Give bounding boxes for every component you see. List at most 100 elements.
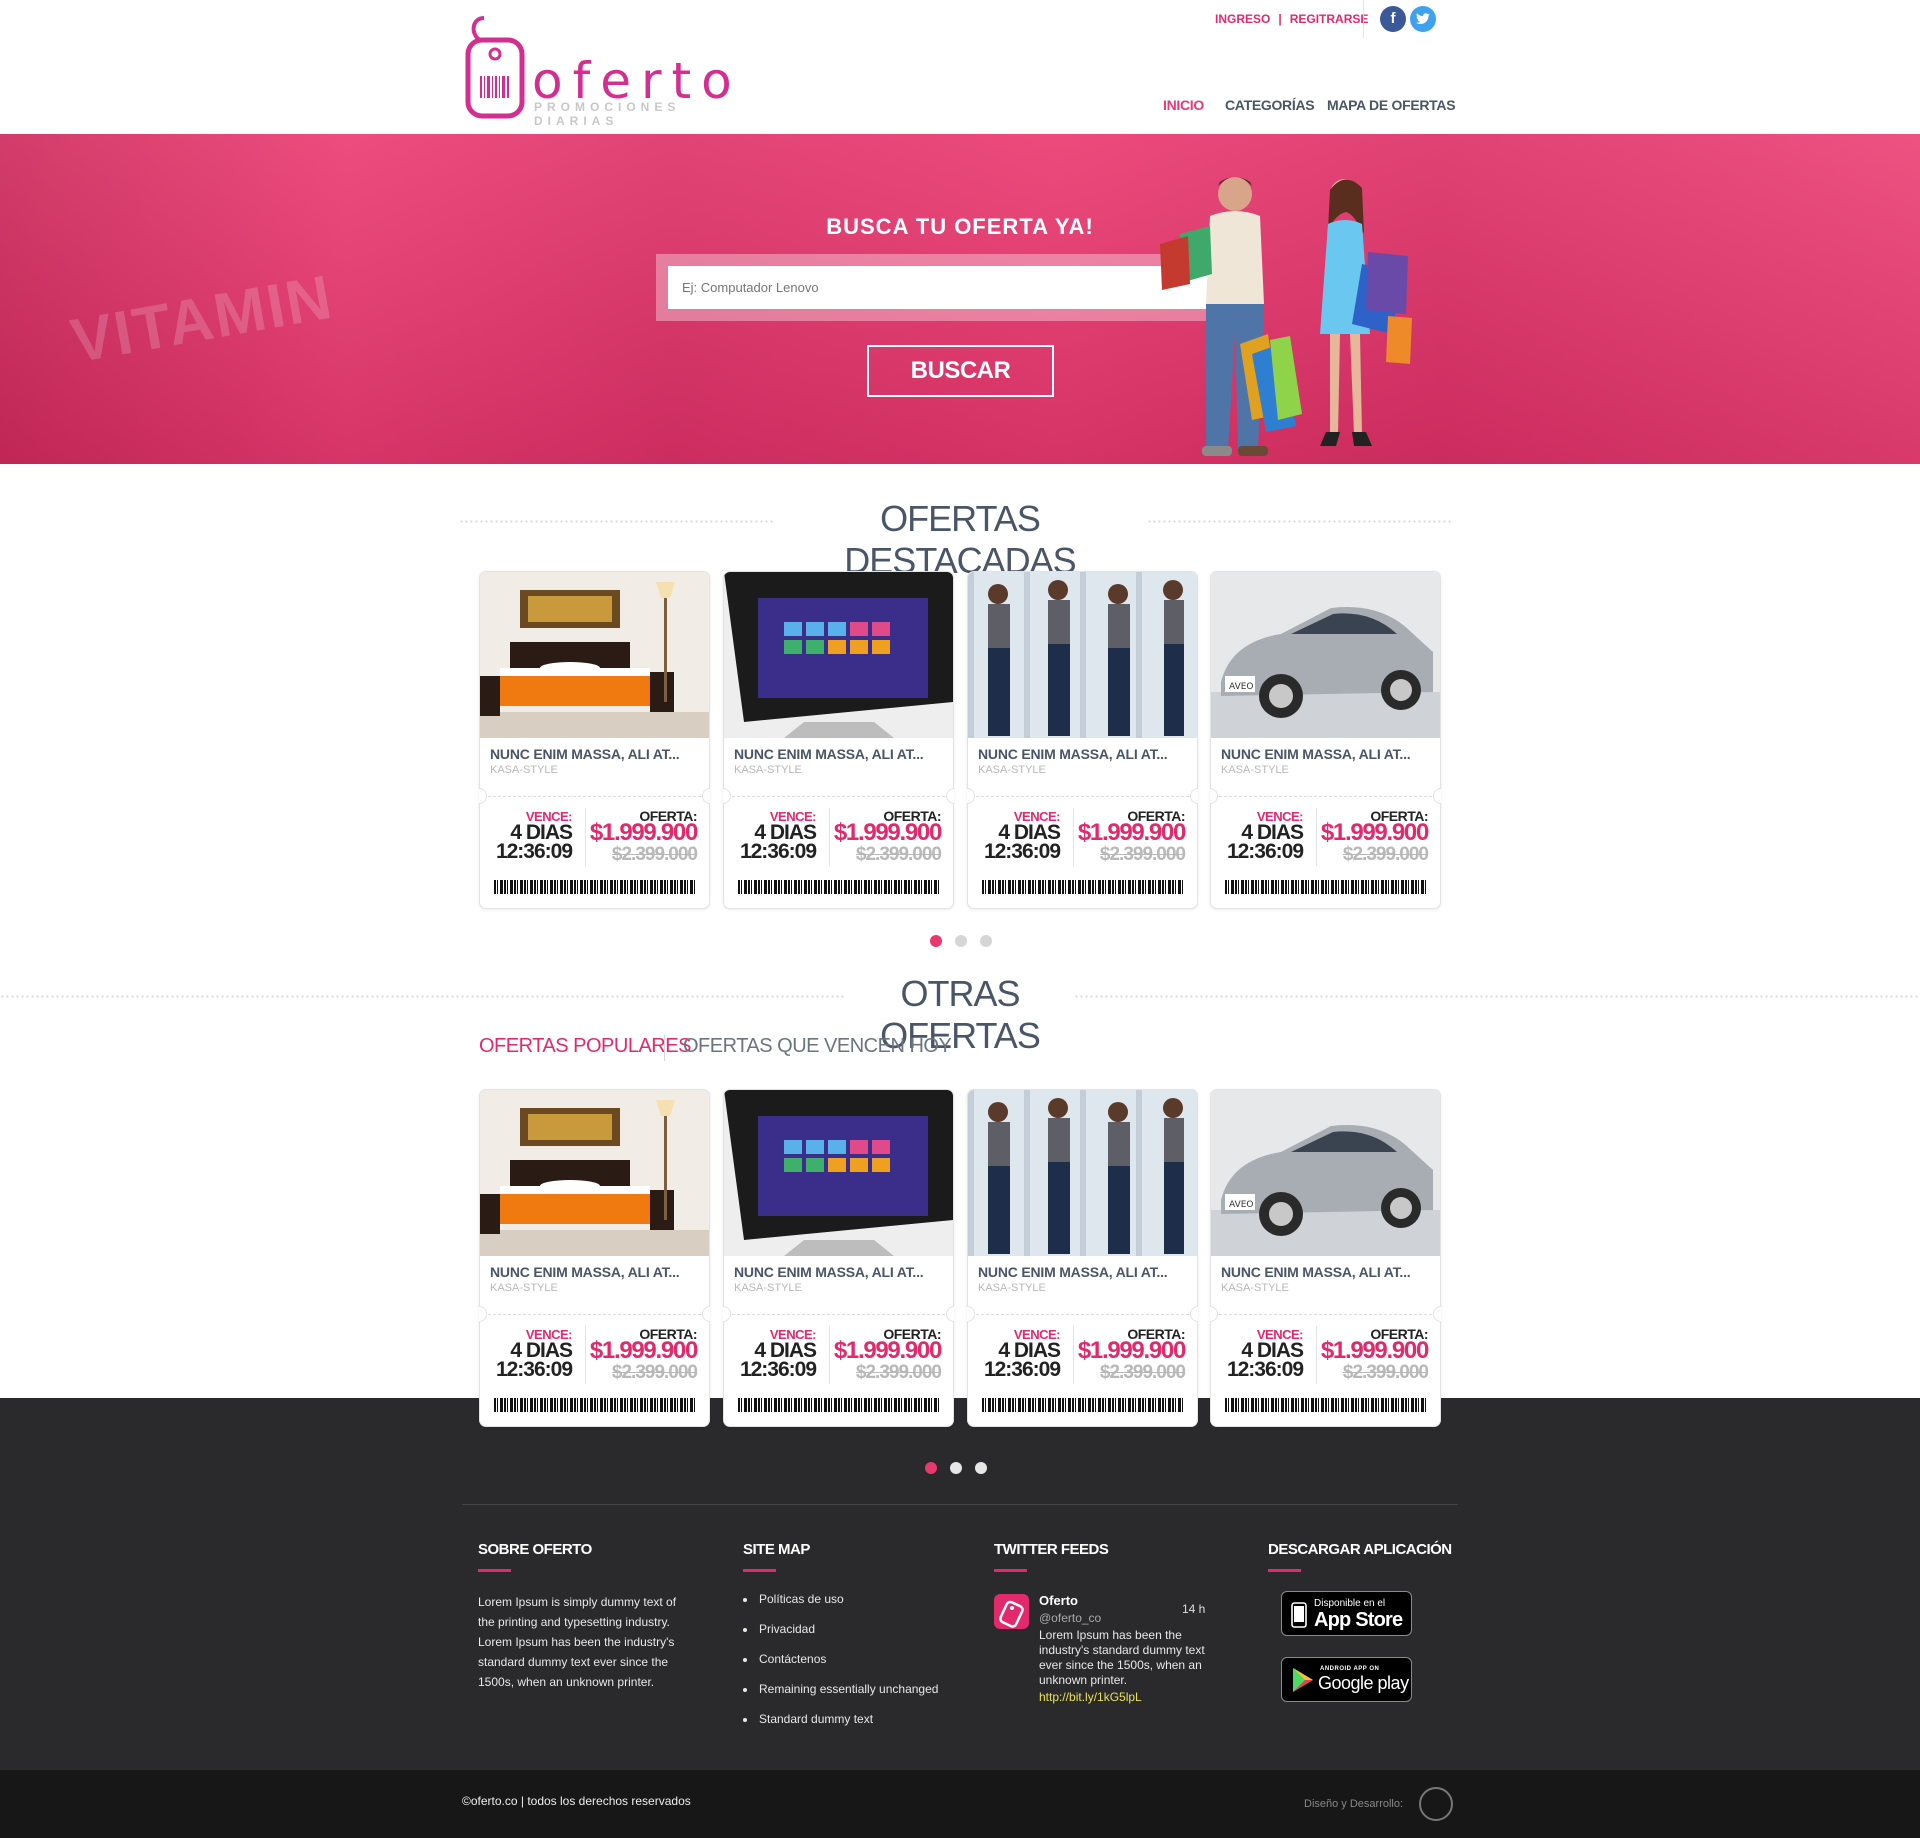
ticket-notch [1433,788,1441,804]
original-price: $2.399.000 [1342,844,1429,865]
expires-countdown: 12:36:09 [1226,1358,1304,1381]
tweet-author[interactable]: Oferto [1039,1593,1078,1608]
developer-logo-icon[interactable] [1419,1787,1453,1821]
offer-brand: KASA-STYLE [490,764,558,776]
offer-price: $1.999.900 [589,819,698,846]
offer-card[interactable]: AVEO NUNC ENIM MASSA, ALI AT... KASA-STYLE… [1210,571,1441,909]
sitemap-link[interactable]: Privacidad [743,1622,938,1652]
offer-card[interactable]: NUNC ENIM MASSA, ALI AT... KASA-STYLE VENC… [723,571,954,909]
offer-price: $1.999.900 [589,1337,698,1364]
tweet-handle[interactable]: @oferto_co [1039,1611,1101,1625]
original-price: $2.399.000 [855,844,942,865]
expires-countdown: 12:36:09 [495,840,573,863]
featured-pager [930,935,992,947]
ticket-notch [946,788,954,804]
pager-dot[interactable] [980,935,992,947]
offer-title[interactable]: NUNC ENIM MASSA, ALI AT... [1221,1264,1411,1280]
tweet-link[interactable]: http://bit.ly/1kG5lpL [1039,1690,1142,1704]
offer-card[interactable]: NUNC ENIM MASSA, ALI AT... KASA-STYLE VENC… [967,571,1198,909]
pager-dot[interactable] [975,1462,987,1474]
offer-title[interactable]: NUNC ENIM MASSA, ALI AT... [734,1264,924,1280]
offer-image[interactable] [724,1090,953,1256]
barcode-icon [494,1398,695,1412]
footer-sitemap-title: SITE MAP [743,1541,810,1558]
tweet-time: 14 h [1182,1602,1206,1616]
oferto-avatar[interactable] [994,1594,1029,1629]
tabs-divider [664,1035,665,1061]
offer-image[interactable] [480,572,709,738]
register-link[interactable]: REGITRARSE [1290,12,1369,26]
offer-title[interactable]: NUNC ENIM MASSA, ALI AT... [490,1264,680,1280]
nav-mapa-de-ofertas[interactable]: MAPA DE OFERTAS [1327,97,1456,113]
social-divider [1363,0,1364,38]
ticket-divider [829,1326,830,1384]
ticket-divider [1316,1326,1317,1384]
ticket-notch [967,1306,975,1322]
expires-countdown: 12:36:09 [739,840,817,863]
offer-card[interactable]: NUNC ENIM MASSA, ALI AT... KASA-STYLE VENC… [479,1089,710,1427]
offer-image[interactable]: AVEO [1211,1090,1440,1256]
offer-brand: KASA-STYLE [978,1282,1046,1294]
offer-image[interactable]: AVEO [1211,572,1440,738]
offer-title[interactable]: NUNC ENIM MASSA, ALI AT... [1221,746,1411,762]
sitemap-link[interactable]: Remaining essentially unchanged [743,1682,938,1712]
ticket-notch [946,1306,954,1322]
title-decoration-left [459,519,774,525]
offer-title[interactable]: NUNC ENIM MASSA, ALI AT... [978,746,1168,762]
ticket-notch [702,788,710,804]
offer-title[interactable]: NUNC ENIM MASSA, ALI AT... [978,1264,1168,1280]
ticket-notch [1190,1306,1198,1322]
ticket-notch [702,1306,710,1322]
tab-ofertas-populares[interactable]: OFERTAS POPULARES [479,1035,691,1058]
ticket-notch [1210,788,1218,804]
offer-card[interactable]: NUNC ENIM MASSA, ALI AT... KASA-STYLE VENC… [967,1089,1198,1427]
ticket-divider [585,1326,586,1384]
nav-categorias[interactable]: CATEGORÍAS [1225,97,1315,113]
offer-image[interactable] [968,1090,1197,1256]
price-tag-icon [465,16,525,119]
offer-title[interactable]: NUNC ENIM MASSA, ALI AT... [490,746,680,762]
original-price: $2.399.000 [611,844,698,865]
login-link[interactable]: INGRESO [1215,12,1270,26]
search-button[interactable]: BUSCAR [867,345,1054,397]
ticket-perforation [1219,1314,1432,1315]
offer-brand: KASA-STYLE [734,1282,802,1294]
ticket-notch [479,788,487,804]
expires-countdown: 12:36:09 [1226,840,1304,863]
copyright-text: ©oferto.co | todos los derechos reservad… [462,1794,691,1808]
offer-image[interactable] [724,572,953,738]
offer-card[interactable]: NUNC ENIM MASSA, ALI AT... KASA-STYLE VENC… [479,571,710,909]
price-tag-icon [999,1600,1024,1628]
sitemap-link[interactable]: Políticas de uso [743,1592,938,1622]
pager-dot[interactable] [925,1462,937,1474]
offer-image[interactable] [968,572,1197,738]
offer-brand: KASA-STYLE [490,1282,558,1294]
offer-price: $1.999.900 [833,1337,942,1364]
offer-brand: KASA-STYLE [1221,764,1289,776]
svg-text:AVEO: AVEO [1229,682,1254,692]
sitemap-link[interactable]: Standard dummy text [743,1712,938,1742]
offer-image[interactable] [480,1090,709,1256]
barcode-icon [1225,880,1426,894]
offer-card[interactable]: AVEO NUNC ENIM MASSA, ALI AT... KASA-STYLE… [1210,1089,1441,1427]
ticket-perforation [488,796,701,797]
pager-dot[interactable] [950,1462,962,1474]
offer-title[interactable]: NUNC ENIM MASSA, ALI AT... [734,746,924,762]
twitter-icon[interactable] [1410,6,1436,32]
hero-banner: VITAMIN BUSCA TU OFERTA YA! BUSCAR [0,134,1920,464]
expires-countdown: 12:36:09 [983,1358,1061,1381]
nav-inicio[interactable]: INICIO [1163,97,1204,113]
offer-card[interactable]: NUNC ENIM MASSA, ALI AT... KASA-STYLE VENC… [723,1089,954,1427]
google-play-badge[interactable]: ANDROID APP ON Google play [1281,1657,1412,1702]
pager-dot[interactable] [930,935,942,947]
expires-countdown: 12:36:09 [983,840,1061,863]
tab-ofertas-que-vencen-hoy[interactable]: OFERTAS QUE VENCEN HOY [683,1035,952,1058]
ticket-divider [1073,1326,1074,1384]
facebook-icon[interactable]: f [1380,6,1406,32]
sitemap-link[interactable]: Contáctenos [743,1652,938,1682]
oferto-logo[interactable]: oferto PROMOCIONES DIARIAS [462,14,732,128]
title-decoration-right [1147,519,1452,525]
footer-divider [462,1504,1458,1505]
pager-dot[interactable] [955,935,967,947]
app-store-badge[interactable]: Disponible en el App Store [1281,1591,1412,1636]
